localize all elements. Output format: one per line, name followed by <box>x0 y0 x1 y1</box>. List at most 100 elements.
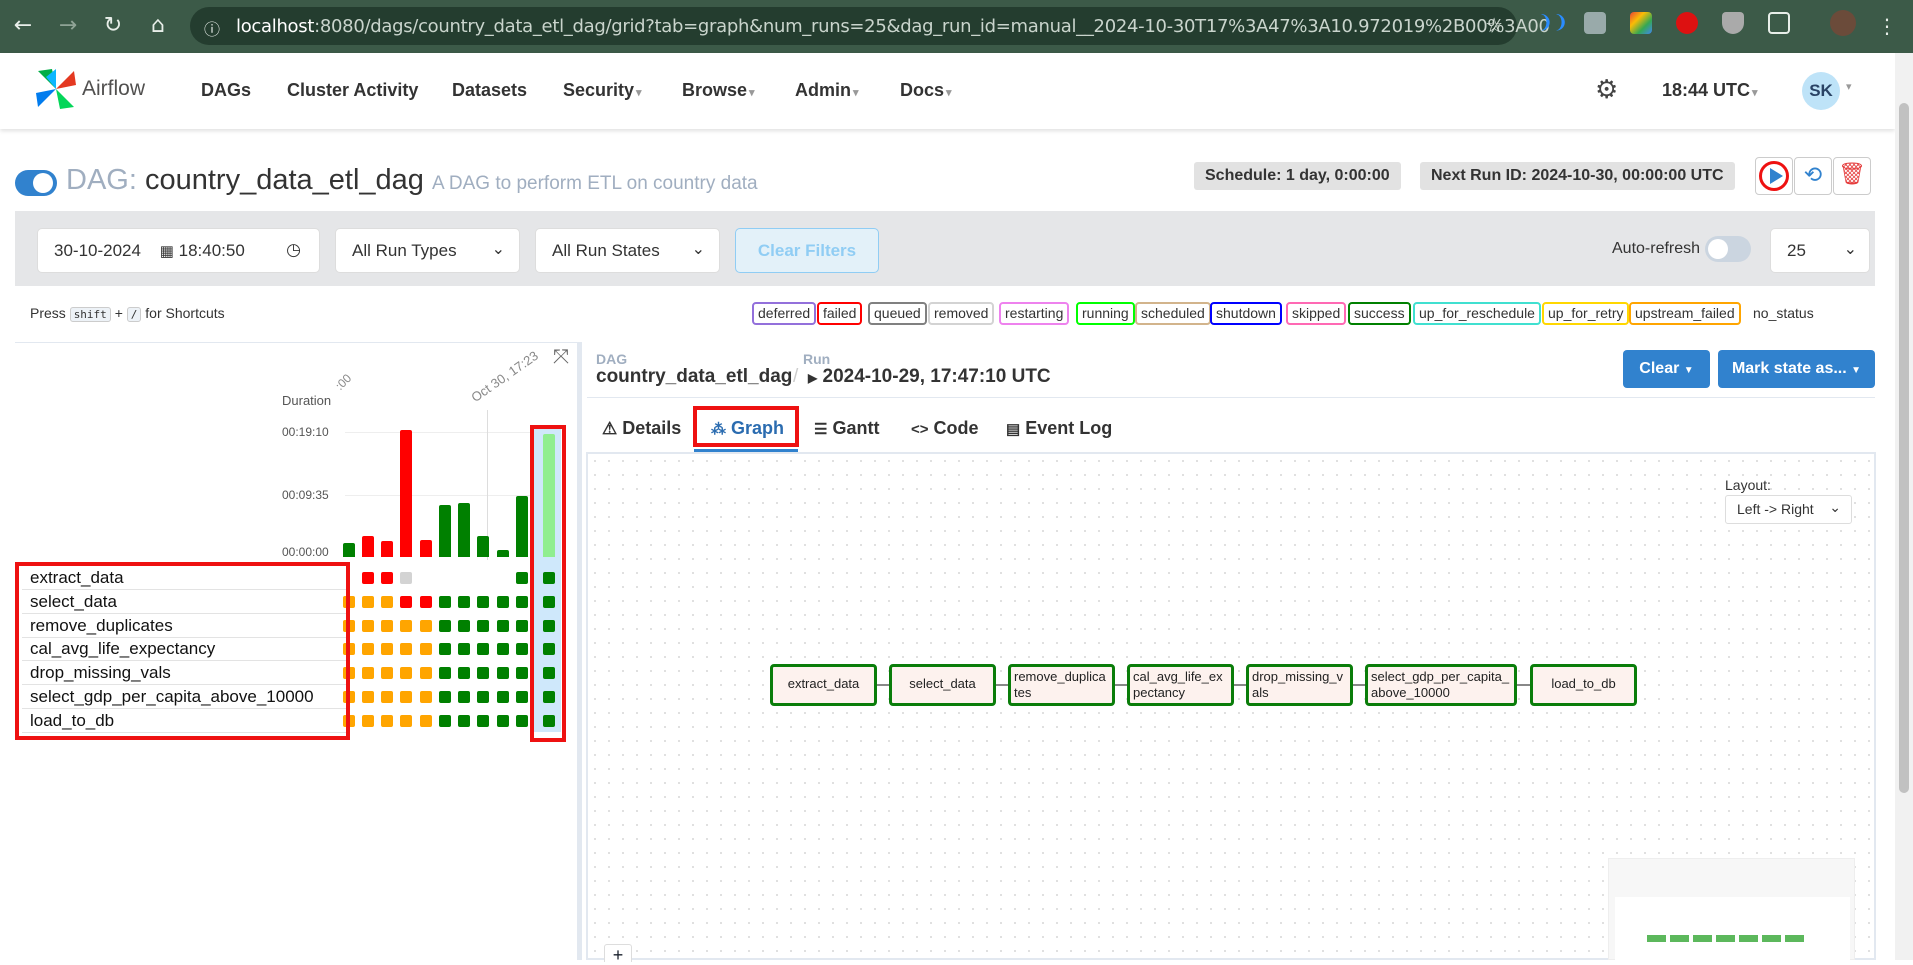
run-duration-bar[interactable] <box>458 502 470 557</box>
task-instance-square[interactable] <box>400 619 412 632</box>
gear-icon[interactable]: ⚙ <box>1595 75 1618 105</box>
run-breadcrumb[interactable]: ▶ 2024-10-29, 17:47:10 UTC <box>808 366 1051 388</box>
task-instance-square[interactable] <box>439 691 451 703</box>
legend-deferred[interactable]: deferred <box>752 302 817 325</box>
legend-running[interactable]: running <box>1076 302 1135 325</box>
nav-docs[interactable]: Docs ▾ <box>900 80 952 101</box>
task-instance-square[interactable] <box>497 691 509 703</box>
airflow-logo-icon[interactable] <box>32 65 80 113</box>
run-duration-bar[interactable] <box>477 536 489 557</box>
chevron-down-icon[interactable]: ▾ <box>1846 80 1852 93</box>
task-instance-square[interactable] <box>381 619 393 632</box>
task-instance-square[interactable] <box>497 714 509 727</box>
legend-up-for-retry[interactable]: up_for_retry <box>1542 302 1630 325</box>
mark-state-button[interactable]: Mark state as... ▼ <box>1718 350 1875 388</box>
nav-browse[interactable]: Browse ▾ <box>682 80 755 101</box>
task-instance-square[interactable] <box>381 691 393 703</box>
zoom-in-button[interactable]: + <box>604 944 632 965</box>
tab-details[interactable]: ⚠ Details <box>602 418 681 439</box>
graph-node-cal-avg-life-expectancy[interactable]: cal_avg_life_expectancy <box>1127 664 1234 706</box>
legend-failed[interactable]: failed <box>817 302 863 325</box>
collapse-icon[interactable]: ⤧ <box>553 346 569 369</box>
task-instance-square[interactable] <box>477 643 489 656</box>
task-instance-square[interactable] <box>362 595 374 608</box>
run-duration-bar[interactable] <box>343 542 355 557</box>
task-instance-square[interactable] <box>420 643 432 656</box>
task-instance-square[interactable] <box>497 619 509 632</box>
calendar-icon[interactable]: ▦ <box>160 243 174 260</box>
task-instance-square[interactable] <box>400 572 412 584</box>
legend-removed[interactable]: removed <box>928 302 995 325</box>
task-instance-square[interactable] <box>381 572 393 584</box>
task-instance-square[interactable] <box>497 667 509 680</box>
execution-date-input[interactable]: 30-10-2024 ▦ 18:40:50 ◷ <box>37 228 320 273</box>
tab-event-log[interactable]: ▤ Event Log <box>1006 418 1112 439</box>
nav-time[interactable]: 18:44 UTC ▾ <box>1662 80 1758 101</box>
task-instance-square[interactable] <box>420 691 432 703</box>
extension-shield-icon[interactable] <box>1722 12 1744 34</box>
num-runs-select[interactable]: 25 ⌄ <box>1770 228 1870 273</box>
address-bar[interactable]: ⓘ localhost:8080/dags/country_data_etl_d… <box>190 7 1550 45</box>
nav-security[interactable]: Security ▾ <box>563 80 642 101</box>
dag-id[interactable]: country_data_etl_dag <box>145 164 424 196</box>
legend-restarting[interactable]: restarting <box>999 302 1070 325</box>
user-avatar[interactable]: SK <box>1802 72 1840 110</box>
extension-wave-icon[interactable]: ❩❩ <box>1538 12 1568 34</box>
task-instance-square[interactable] <box>516 643 528 656</box>
task-instance-square[interactable] <box>516 595 528 608</box>
forward-icon[interactable]: → <box>53 11 83 41</box>
trigger-dag-button[interactable] <box>1755 157 1793 195</box>
task-instance-square[interactable] <box>477 619 489 632</box>
dag-breadcrumb[interactable]: country_data_etl_dag <box>596 366 792 388</box>
task-instance-square[interactable] <box>439 667 451 680</box>
task-instance-square[interactable] <box>439 619 451 632</box>
task-instance-square[interactable] <box>439 643 451 656</box>
run-duration-bar[interactable] <box>439 504 451 557</box>
back-icon[interactable]: ← <box>8 11 38 41</box>
task-instance-square[interactable] <box>400 691 412 703</box>
nav-dags[interactable]: DAGs <box>201 80 251 101</box>
task-instance-square[interactable] <box>477 691 489 703</box>
task-instance-square[interactable] <box>477 714 489 727</box>
bookmark-star-icon[interactable]: ☆ <box>1485 13 1503 38</box>
task-instance-square[interactable] <box>420 619 432 632</box>
clear-filters-button[interactable]: Clear Filters <box>735 228 879 273</box>
task-instance-square[interactable] <box>420 667 432 680</box>
task-instance-square[interactable] <box>381 667 393 680</box>
task-instance-square[interactable] <box>362 619 374 632</box>
legend-scheduled[interactable]: scheduled <box>1135 302 1211 325</box>
task-instance-square[interactable] <box>362 714 374 727</box>
clear-button[interactable]: Clear ▼ <box>1623 350 1710 388</box>
task-instance-square[interactable] <box>458 691 470 703</box>
run-duration-bar[interactable] <box>362 535 374 557</box>
graph-node-remove-duplicates[interactable]: remove_duplicates <box>1008 664 1115 706</box>
extension-chrome-icon[interactable] <box>1630 12 1652 34</box>
task-instance-square[interactable] <box>477 595 489 608</box>
task-instance-square[interactable] <box>516 619 528 632</box>
task-instance-square[interactable] <box>458 619 470 632</box>
task-instance-square[interactable] <box>400 643 412 656</box>
graph-node-extract-data[interactable]: extract_data <box>770 664 877 706</box>
page-scrollbar[interactable] <box>1895 53 1913 960</box>
legend-skipped[interactable]: skipped <box>1286 302 1347 325</box>
task-instance-square[interactable] <box>362 572 374 584</box>
legend-queued[interactable]: queued <box>868 302 927 325</box>
task-instance-square[interactable] <box>497 643 509 656</box>
task-instance-square[interactable] <box>516 714 528 727</box>
profile-avatar-icon[interactable] <box>1830 10 1856 36</box>
legend-upstream-failed[interactable]: upstream_failed <box>1629 302 1741 325</box>
task-instance-square[interactable] <box>439 714 451 727</box>
task-instance-square[interactable] <box>362 691 374 703</box>
task-instance-square[interactable] <box>516 667 528 680</box>
task-instance-square[interactable] <box>458 714 470 727</box>
legend-shutdown[interactable]: shutdown <box>1210 302 1282 325</box>
graph-node-select-data[interactable]: select_data <box>889 664 996 706</box>
task-instance-square[interactable] <box>497 595 509 608</box>
task-instance-square[interactable] <box>439 595 451 608</box>
task-instance-square[interactable] <box>381 643 393 656</box>
reparse-dag-button[interactable]: ⟲ <box>1794 157 1832 195</box>
graph-node-load-to-db[interactable]: load_to_db <box>1530 664 1637 706</box>
run-duration-bar[interactable] <box>381 541 393 557</box>
dag-pause-toggle[interactable] <box>15 170 57 196</box>
task-instance-square[interactable] <box>516 572 528 584</box>
